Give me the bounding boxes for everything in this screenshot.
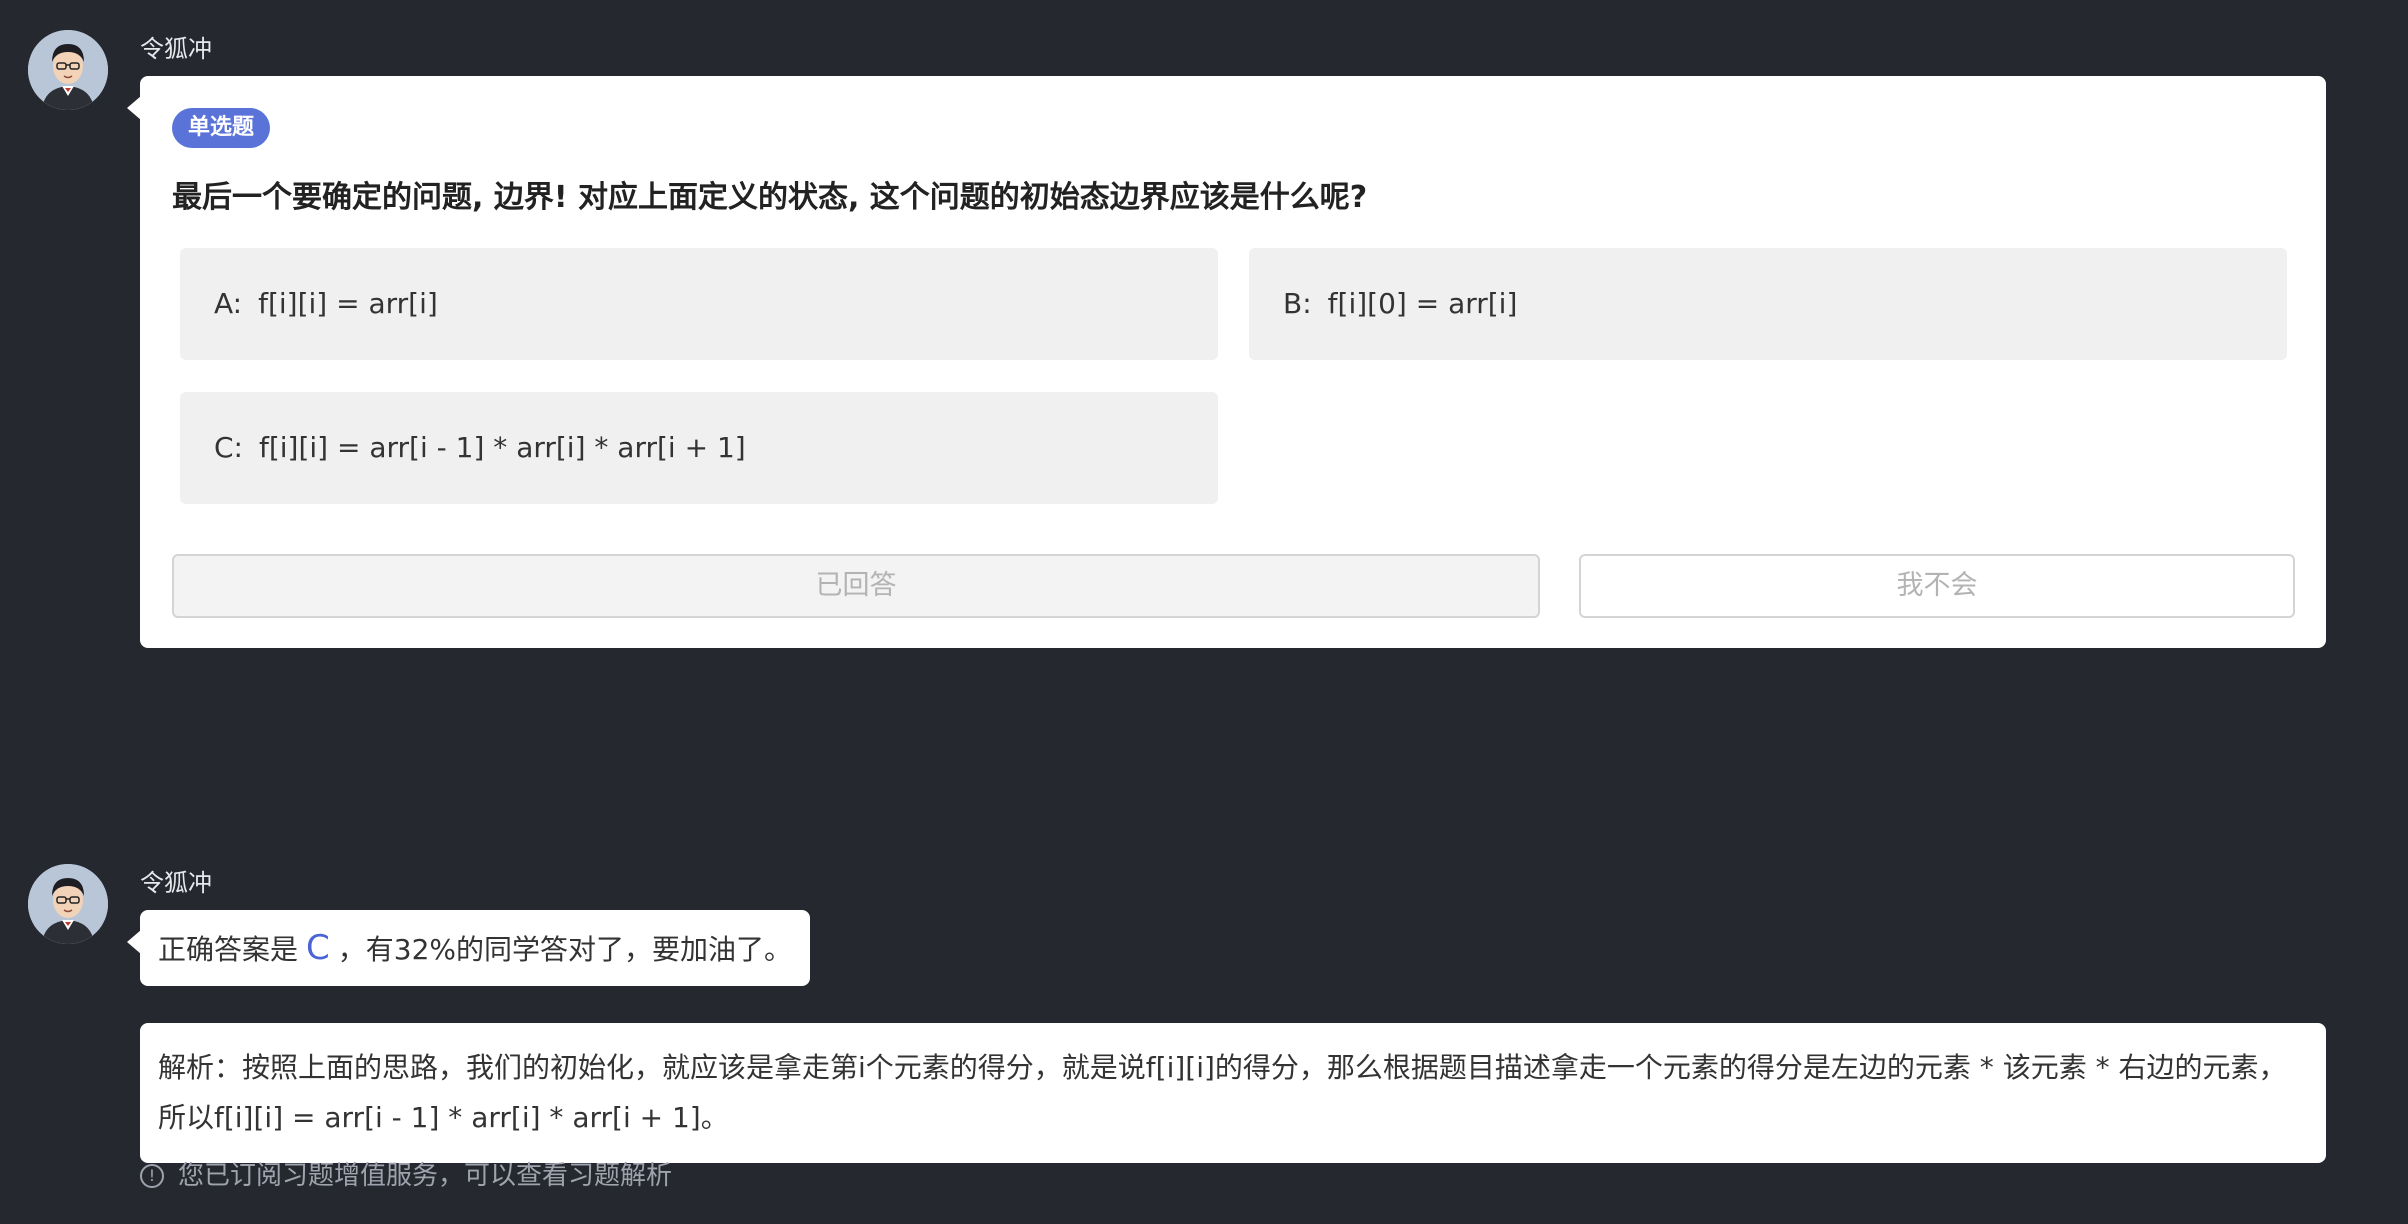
option-text: f[i][i] = arr[i - 1] * arr[i] * arr[i + … [258, 431, 746, 464]
option-text: f[i][i] = arr[i] [258, 287, 438, 320]
question-text: 最后一个要确定的问题, 边界! 对应上面定义的状态, 这个问题的初始态边界应该是… [172, 180, 1368, 215]
sender-name: 令狐冲 [140, 35, 212, 63]
option-a[interactable]: A: f[i][i] = arr[i] [180, 248, 1218, 360]
subscription-notice: ! 您已订阅习题增值服务，可以查看习题解析 [140, 1158, 672, 1194]
option-c[interactable]: C: f[i][i] = arr[i - 1] * arr[i] * arr[i … [180, 392, 1218, 504]
answer-prefix: 正确答案是 [158, 933, 299, 966]
correct-answer-message: 正确答案是 C ，有32%的同学答对了，要加油了。 [140, 910, 811, 986]
correct-answer-letter: C [306, 928, 330, 968]
bubble-tail [127, 930, 141, 954]
option-b[interactable]: B: f[i][0] = arr[i] [1249, 248, 2287, 360]
info-icon: ! [140, 1164, 164, 1188]
option-letter: B: [1283, 287, 1312, 320]
answer-suffix: ，有32%的同学答对了，要加油了。 [337, 933, 793, 966]
answered-button[interactable]: 已回答 [172, 554, 1540, 618]
option-letter: A: [214, 287, 243, 320]
sender-name: 令狐冲 [140, 869, 212, 897]
notice-text: 您已订阅习题增值服务，可以查看习题解析 [178, 1161, 673, 1191]
option-letter: C: [214, 431, 243, 464]
option-text: f[i][0] = arr[i] [1327, 287, 1518, 320]
avatar-icon [28, 30, 108, 110]
question-type-badge: 单选题 [172, 108, 271, 148]
avatar[interactable] [28, 864, 108, 944]
avatar[interactable] [28, 30, 108, 110]
quiz-card: 单选题 最后一个要确定的问题, 边界! 对应上面定义的状态, 这个问题的初始态边… [140, 76, 2326, 648]
analysis-text: 解析：按照上面的思路，我们的初始化，就应该是拿走第i个元素的得分，就是说f[i]… [140, 1023, 2326, 1163]
bubble-tail [127, 96, 141, 120]
chat-page: 令狐冲 单选题 最后一个要确定的问题, 边界! 对应上面定义的状态, 这个问题的… [0, 0, 2408, 1224]
dont-know-button[interactable]: 我不会 [1579, 554, 2295, 618]
avatar-icon [28, 864, 108, 944]
